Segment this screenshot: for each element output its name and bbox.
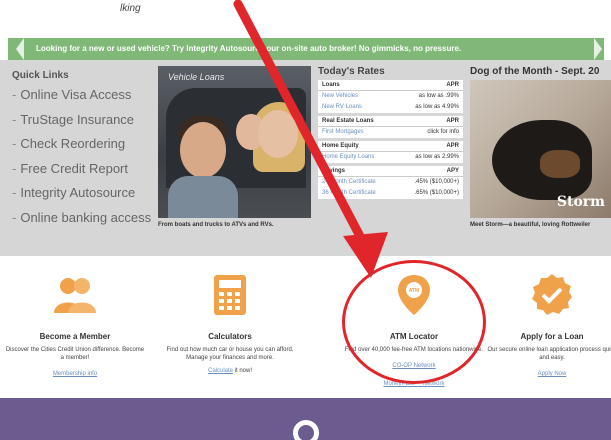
feature-become-member: Become a Member Discover the Cities Cred… (0, 256, 150, 380)
quick-link-label[interactable]: Online Visa Access (20, 87, 131, 102)
calculator-icon[interactable] (207, 272, 253, 318)
rate-row[interactable]: New RV Loans as low as 4.99% (318, 102, 463, 113)
rate-group-header: Home Equity APR (318, 141, 463, 152)
membership-info-link[interactable]: Membership info (53, 371, 97, 377)
dog-name: Storm (556, 194, 605, 210)
quick-link-item[interactable]: - Online banking access (12, 210, 162, 235)
apply-now-link[interactable]: Apply Now (538, 371, 567, 377)
highlight-circle (342, 260, 486, 384)
feature-title: Become a Member (39, 332, 111, 341)
quick-link-label[interactable]: Check Reordering (20, 136, 125, 151)
rate-row[interactable]: New Vehicles as low as .99% (318, 91, 463, 102)
rates-title: Today's Rates (318, 66, 385, 77)
feature-desc: Discover the Cities Credit Union differe… (5, 347, 145, 361)
dog-title: Dog of the Month - Sept. 20 (470, 66, 600, 77)
rate-group-header: Real Estate Loans APR (318, 116, 463, 127)
todays-rates: Today's Rates Loans APR New Vehicles as lo… (318, 66, 463, 218)
quick-link-item[interactable]: - Online Visa Access (12, 87, 162, 112)
photo-caption: From boats and trucks to ATVs and RVs. (158, 222, 274, 228)
promo-banner[interactable]: Looking for a new or used vehicle? Try I… (8, 38, 604, 60)
quick-link-label[interactable]: Online banking access (20, 210, 151, 225)
banner-text: Looking for a new or used vehicle? Try I… (36, 44, 462, 53)
dog-photo[interactable]: Storm (470, 80, 611, 218)
person-face (180, 122, 226, 178)
feature-apply-loan: Apply for a Loan Our secure online loan … (482, 256, 611, 380)
features-row: Become a Member Discover the Cities Cred… (0, 256, 611, 398)
rate-row[interactable]: 24 Month Certificate .45% ($10,000+) (318, 177, 463, 188)
quick-links: Quick Links - Online Visa Access - TruStag… (12, 70, 162, 234)
members-icon[interactable] (52, 272, 98, 318)
feature-desc: Our secure online loan application proce… (487, 347, 611, 361)
quick-link-item[interactable]: - Check Reordering (12, 136, 162, 161)
feature-title: Calculators (208, 332, 252, 341)
vehicle-loans-photo[interactable]: Vehicle Loans (158, 66, 311, 218)
quick-links-title: Quick Links (12, 70, 69, 81)
quick-link-item[interactable]: - Integrity Autosource (12, 185, 162, 210)
feature-title: Apply for a Loan (520, 332, 584, 341)
quick-link-label[interactable]: Free Credit Report (20, 161, 128, 176)
banner-next-arrow[interactable] (594, 38, 602, 60)
annotation-text: lking (120, 3, 141, 14)
feature-calculators: Calculators Find out how much car or hou… (155, 256, 305, 374)
quick-link-item[interactable]: - TruStage Insurance (12, 112, 162, 137)
person-face (258, 110, 298, 158)
rate-group-header: Loans APR (318, 80, 463, 91)
photo-label: Vehicle Loans (168, 72, 225, 82)
banner-prev-arrow[interactable] (16, 38, 24, 60)
dog-of-the-month: Dog of the Month - Sept. 20 Storm (470, 66, 611, 218)
rate-row[interactable]: Home Equity Loans as low as 2.99% (318, 152, 463, 163)
checkmark-icon[interactable] (529, 272, 575, 318)
rate-row[interactable]: First Mortgages click for info (318, 127, 463, 138)
feature-desc: Find out how much car or house you can a… (166, 347, 294, 361)
dog-caption: Meet Storm—a beautiful, loving Rottweile… (470, 222, 591, 228)
calculate-link[interactable]: Calculate (208, 368, 233, 374)
quick-link-label[interactable]: TruStage Insurance (20, 112, 134, 127)
rate-row[interactable]: 36 Month Certificate .65% ($10,000+) (318, 188, 463, 199)
quick-link-label[interactable]: Integrity Autosource (20, 185, 135, 200)
rates-table: Loans APR New Vehicles as low as .99% New … (318, 80, 463, 199)
footer-icon (293, 420, 319, 440)
footer-band (0, 398, 611, 440)
rate-group-header: Savings APY (318, 166, 463, 177)
quick-link-item[interactable]: - Free Credit Report (12, 161, 162, 186)
